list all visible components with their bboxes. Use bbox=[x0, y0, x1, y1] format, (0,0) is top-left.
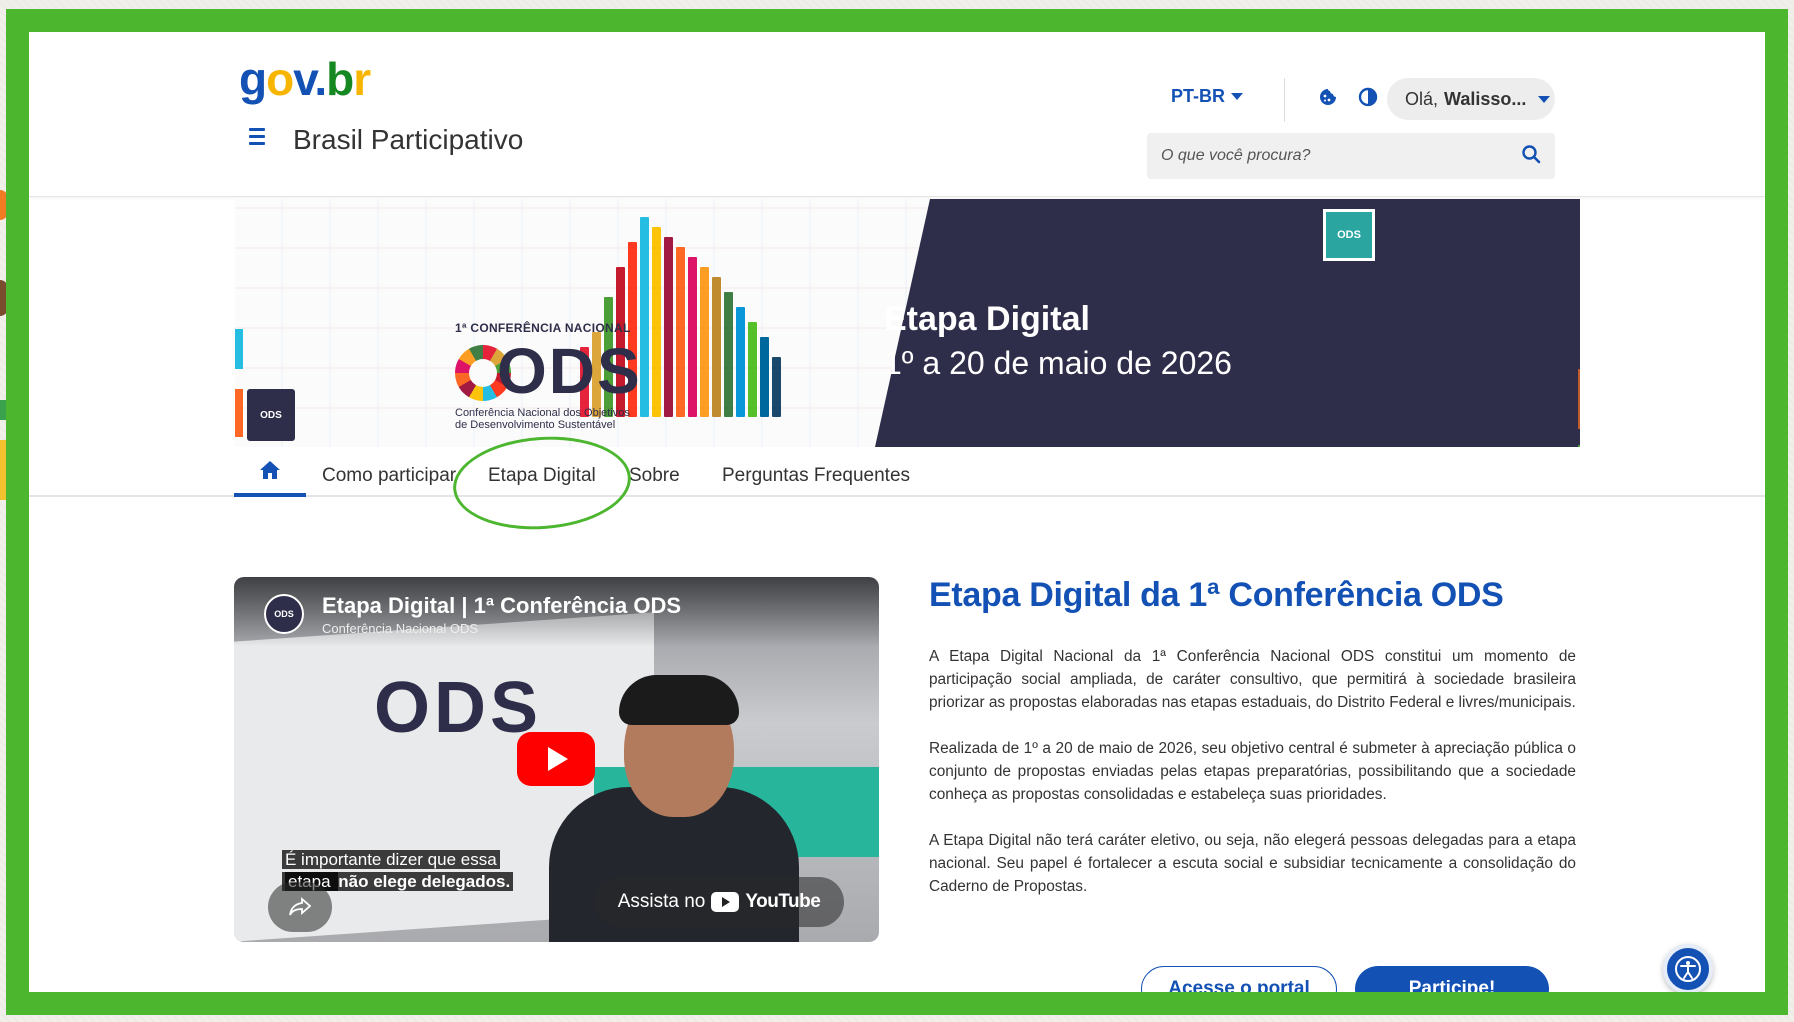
video-poster-text: ODS bbox=[374, 668, 543, 748]
contrast-icon[interactable] bbox=[1353, 82, 1383, 112]
video-title[interactable]: Etapa Digital | 1ª Conferência ODS bbox=[322, 593, 681, 619]
watch-on-label: Assista no bbox=[617, 891, 706, 912]
ods-badge: ODS bbox=[1323, 209, 1375, 261]
language-selector[interactable]: PT-BR bbox=[1171, 86, 1243, 107]
banner-title: Etapa Digital bbox=[884, 300, 1090, 338]
article-heading: Etapa Digital da 1ª Conferência ODS bbox=[929, 576, 1504, 614]
site-header: gov.br Brasil Participativo PT-BR Olá, W… bbox=[29, 32, 1765, 197]
caption-line: É importante dizer que essa bbox=[282, 850, 500, 869]
search-input[interactable] bbox=[1161, 147, 1521, 165]
scrollbar-thumb[interactable] bbox=[1771, 54, 1781, 354]
video-person-hair bbox=[619, 675, 739, 725]
scroll-down-arrow[interactable] bbox=[1771, 977, 1781, 984]
scroll-up-arrow[interactable] bbox=[1771, 36, 1781, 43]
video-player[interactable]: ODS ODS Etapa Digital | 1ª Conferência O… bbox=[234, 577, 879, 942]
accessibility-icon[interactable] bbox=[1663, 944, 1713, 992]
share-icon[interactable] bbox=[268, 882, 332, 932]
browser-viewport: gov.br Brasil Participativo PT-BR Olá, W… bbox=[29, 32, 1765, 992]
scrollbar[interactable] bbox=[1765, 32, 1788, 992]
banner-date: 1º a 20 de maio de 2026 bbox=[884, 345, 1232, 381]
cookie-icon[interactable] bbox=[1313, 82, 1343, 112]
language-label: PT-BR bbox=[1171, 86, 1225, 106]
participate-button[interactable]: Participe! bbox=[1355, 966, 1549, 992]
site-title[interactable]: Brasil Participativo bbox=[293, 124, 523, 156]
search-icon[interactable] bbox=[1521, 144, 1541, 169]
chevron-down-icon bbox=[1538, 95, 1551, 103]
channel-avatar[interactable]: ODS bbox=[264, 594, 304, 634]
banner-decoration bbox=[1578, 369, 1580, 429]
ods-subtitle: Conferência Nacional dos Objetivos de De… bbox=[455, 407, 630, 431]
highlight-frame: gov.br Brasil Participativo PT-BR Olá, W… bbox=[6, 9, 1788, 1015]
ods-mini-logo: ODS bbox=[247, 389, 295, 441]
tab-perguntas-frequentes[interactable]: Perguntas Frequentes bbox=[722, 457, 910, 495]
caption-bold: não elege delegados. bbox=[338, 872, 511, 891]
article-paragraph: A Etapa Digital Nacional da 1ª Conferênc… bbox=[929, 648, 1576, 711]
article: Etapa Digital da 1ª Conferência ODS A Et… bbox=[929, 576, 1576, 921]
ods-subtitle-line: de Desenvolvimento Sustentável bbox=[455, 419, 616, 431]
user-menu[interactable]: Olá, Walisso... bbox=[1387, 78, 1555, 120]
chevron-down-icon bbox=[1231, 93, 1243, 100]
ods-wordmark: ODS bbox=[497, 335, 642, 407]
conference-label: 1ª CONFERÊNCIA NACIONAL bbox=[455, 321, 631, 335]
article-paragraph: Realizada de 1º a 20 de maio de 2026, se… bbox=[929, 740, 1576, 803]
tab-home[interactable] bbox=[234, 447, 306, 497]
play-icon[interactable] bbox=[517, 732, 595, 786]
youtube-wordmark: YouTube bbox=[745, 891, 821, 912]
youtube-icon bbox=[711, 892, 740, 912]
tab-como-participar[interactable]: Como participar bbox=[322, 457, 456, 495]
divider bbox=[1284, 78, 1285, 122]
user-greeting: Olá, bbox=[1405, 88, 1439, 109]
ods-subtitle-line: Conferência Nacional dos Objetivos bbox=[455, 407, 630, 419]
user-name: Walisso... bbox=[1444, 88, 1527, 109]
watch-on-youtube-button[interactable]: Assista no YouTube bbox=[594, 877, 844, 927]
article-paragraph: A Etapa Digital não terá caráter eletivo… bbox=[929, 832, 1576, 895]
tab-sobre[interactable]: Sobre bbox=[629, 457, 680, 495]
home-icon bbox=[260, 461, 280, 479]
search-bar bbox=[1147, 133, 1555, 179]
banner-decoration bbox=[235, 329, 243, 369]
banner-decoration bbox=[235, 389, 243, 437]
govbr-logo[interactable]: gov.br bbox=[239, 52, 371, 106]
video-channel[interactable]: Conferência Nacional ODS bbox=[322, 621, 478, 636]
access-portal-button[interactable]: Acesse o portal bbox=[1141, 966, 1337, 992]
hamburger-icon[interactable] bbox=[249, 128, 265, 145]
section-nav: Como participar Etapa Digital Sobre Perg… bbox=[29, 447, 1765, 497]
